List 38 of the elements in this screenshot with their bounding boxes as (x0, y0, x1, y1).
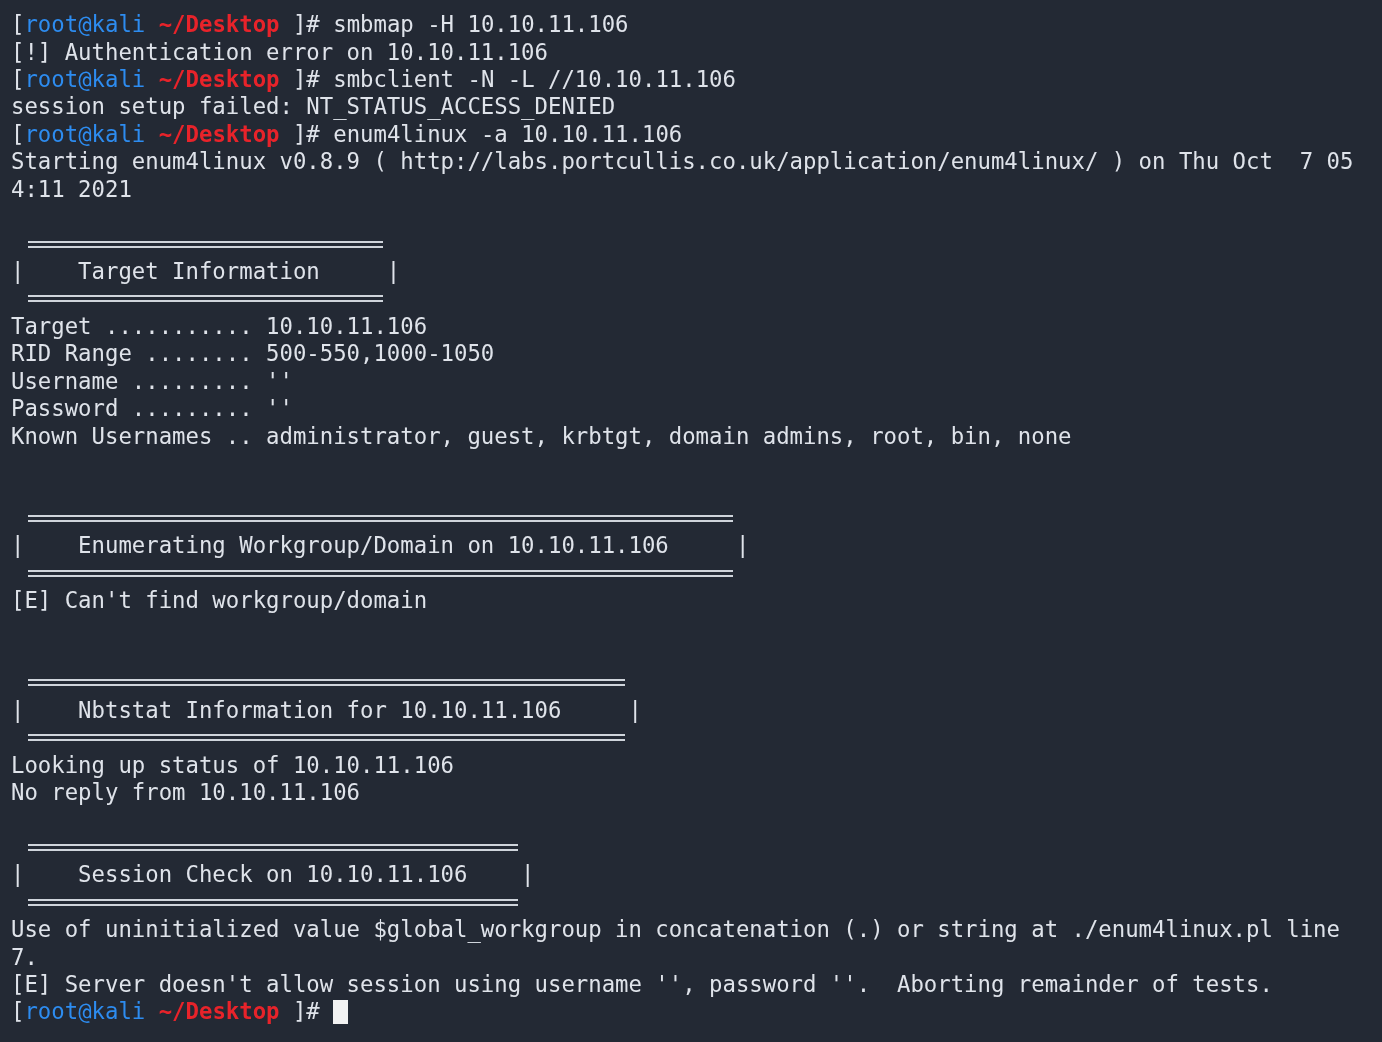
banner-heading: | Enumerating Workgroup/Domain on 10.10.11.106 | (11, 532, 750, 560)
output-line: Starting enum4linux v0.8.9 ( http://labs.portcullis.co.uk/application/enum4linux/ ) on Thu Oct 7 05 (11, 148, 1354, 176)
output-line: RID Range ........ 500-550,1000-1050 (11, 340, 495, 368)
prompt-path: ~/Desktop (158, 11, 280, 39)
banner-heading: | Nbtstat Information for 10.10.11.106 | (11, 696, 642, 724)
prompt-user: root@kali (24, 11, 146, 39)
prompt-path: ~/Desktop (158, 998, 280, 1026)
output-line: Looking up status of 10.10.11.106 (11, 751, 454, 779)
output-line: 4:11 2021 (11, 175, 132, 203)
command-text: smbmap -H 10.10.11.106 (333, 11, 629, 39)
output-line: Password ......... '' (11, 395, 293, 423)
prompt-bracket: [ (11, 120, 25, 148)
output-line: [!] Authentication error on 10.10.11.106 (11, 38, 548, 66)
output-line: Known Usernames .. administrator, guest, krbtgt, domain admins, root, bin, none (11, 422, 1072, 450)
prompt-path: ~/Desktop (158, 66, 280, 94)
prompt-symbol: ]# (292, 11, 320, 39)
output-line: [E] Server doesn't allow session using username '', password ''. Aborting remainder of tests. (11, 970, 1273, 998)
output-line: session setup failed: NT_STATUS_ACCESS_DENIED (11, 93, 616, 121)
prompt-user: root@kali (24, 998, 146, 1026)
output-line: Use of uninitialized value $global_workgroup in concatenation (.) or string at ./enum4linux.pl line (11, 916, 1340, 944)
prompt-bracket: [ (11, 11, 25, 39)
prompt-user: root@kali (24, 120, 146, 148)
prompt-bracket: [ (11, 998, 25, 1026)
banner-heading: | Session Check on 10.10.11.106 | (11, 861, 535, 889)
command-text: enum4linux -a 10.10.11.106 (333, 120, 683, 148)
output-line: Username ......... '' (11, 367, 293, 395)
prompt-symbol: ]# (292, 120, 320, 148)
output-line: Target ........... 10.10.11.106 (11, 312, 428, 340)
prompt-path: ~/Desktop (158, 120, 280, 148)
banner-heading: | Target Information | (11, 258, 401, 285)
prompt-user: root@kali (24, 66, 146, 94)
output-line: 7. (11, 943, 38, 971)
output-line: No reply from 10.10.11.106 (11, 779, 361, 806)
prompt-symbol: ]# (292, 66, 320, 94)
prompt-symbol: ]# (292, 998, 320, 1026)
prompt-bracket: [ (11, 66, 25, 94)
output-line: [E] Can't find workgroup/domain (11, 587, 428, 615)
command-text: smbclient -N -L //10.10.11.106 (333, 66, 736, 94)
